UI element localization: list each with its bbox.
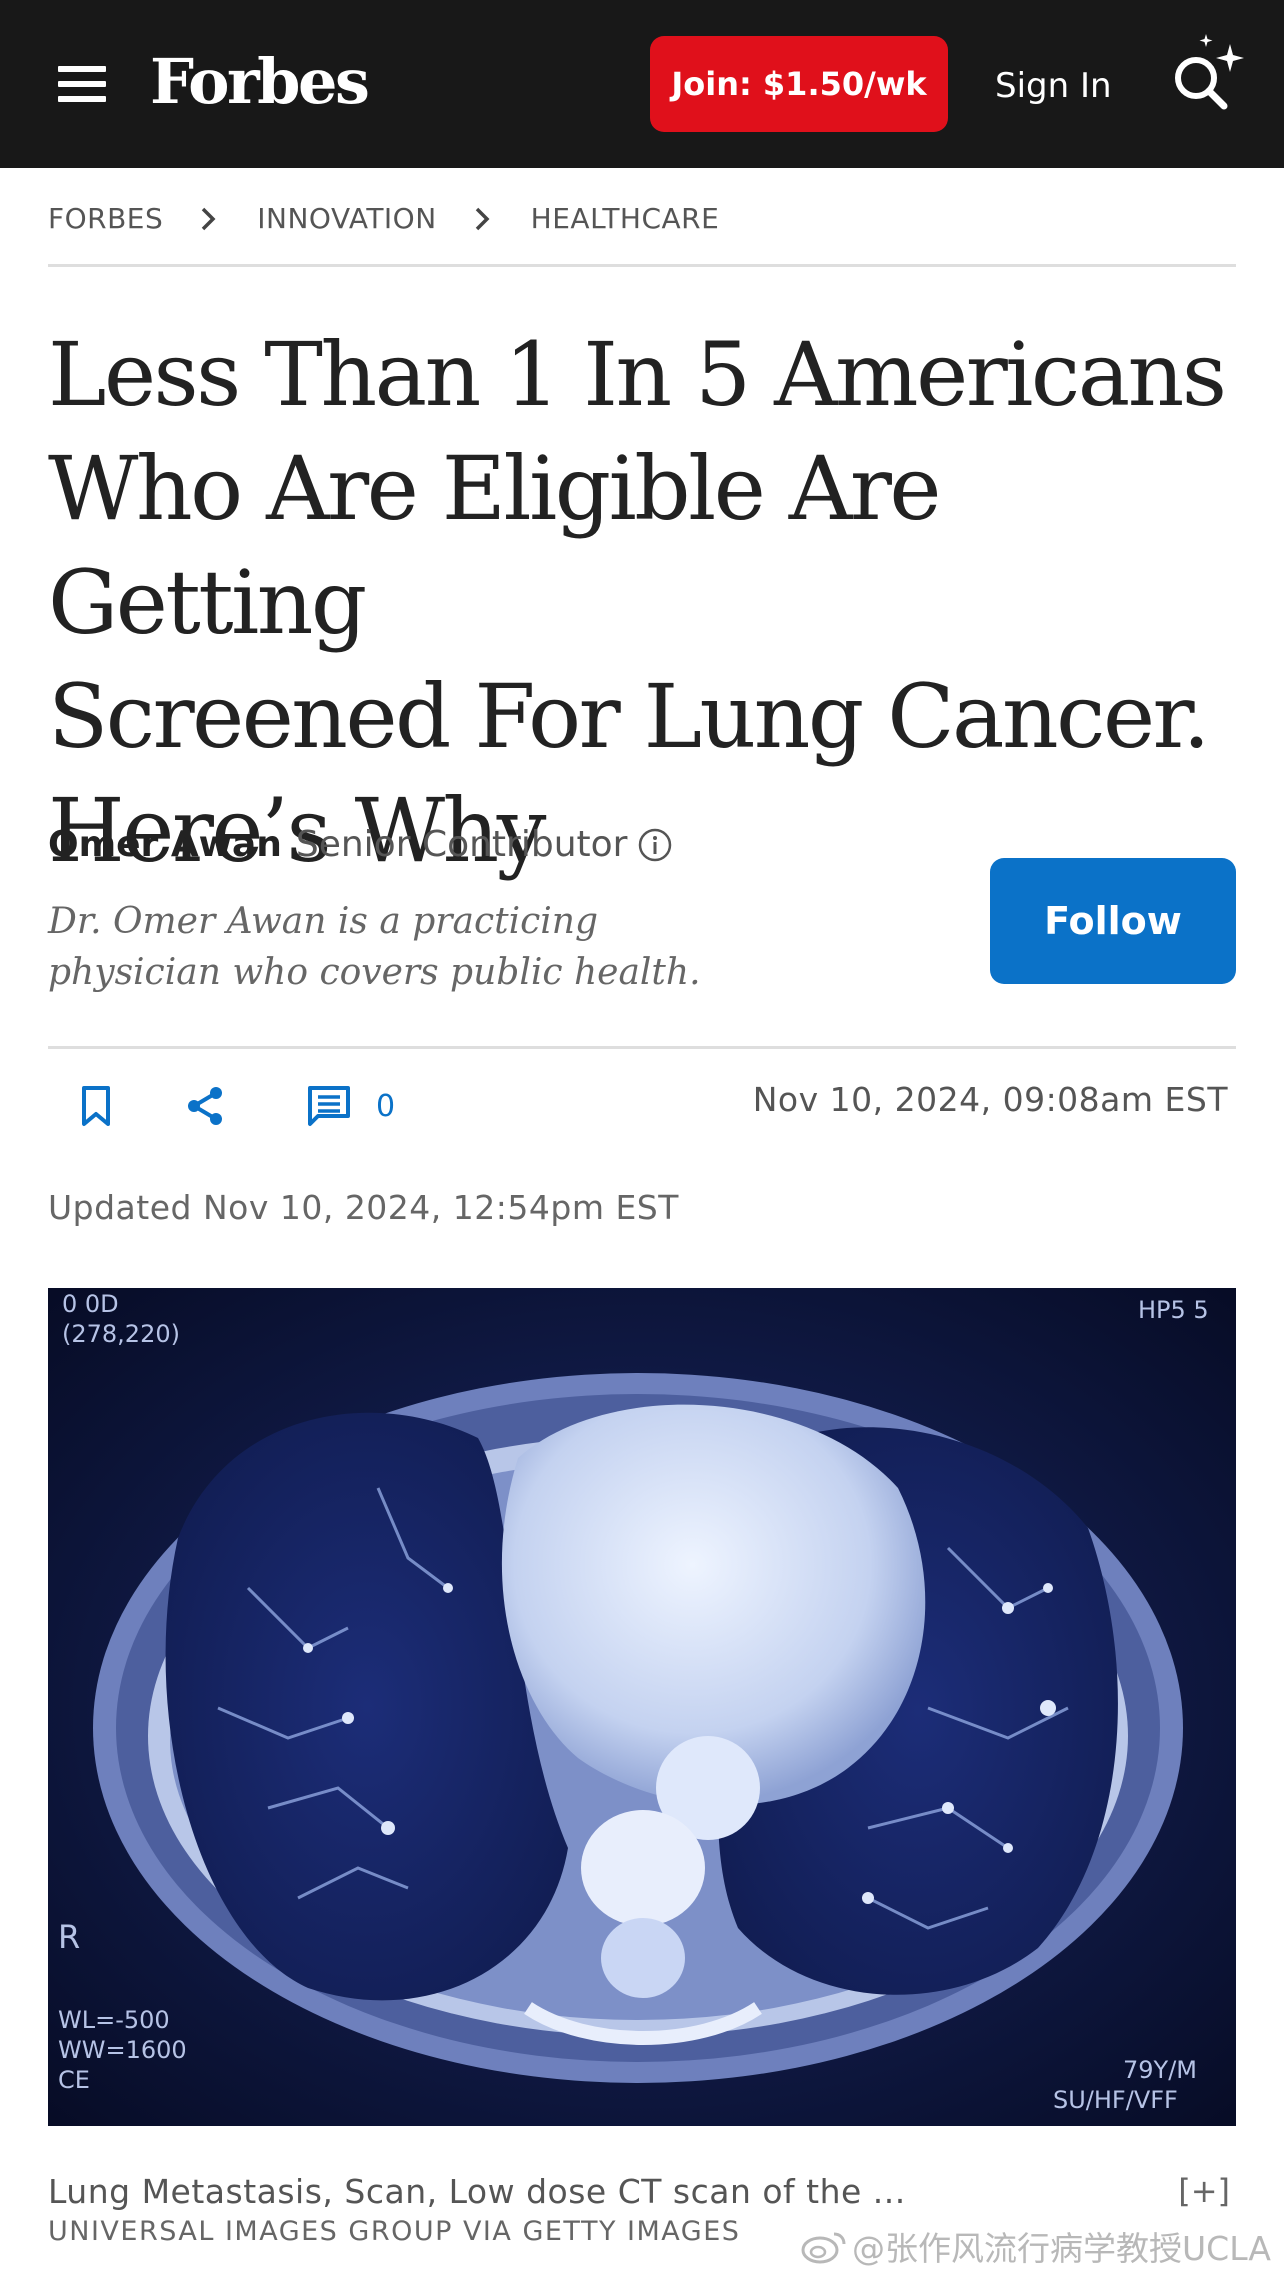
breadcrumb: FORBES INNOVATION HEALTHCARE <box>48 202 719 235</box>
headline-line: Screened For Lung Cancer. <box>48 665 1210 768</box>
publish-date: Nov 10, 2024, 09:08am EST <box>752 1080 1228 1119</box>
divider <box>48 264 1236 267</box>
article-headline: Less Than 1 In 5 Americans Who Are Eligi… <box>48 318 1238 888</box>
ct-overlay-text: CE <box>58 2066 90 2094</box>
ct-overlay-text: HP5 5 <box>1138 1296 1209 1324</box>
hero-image-ct-scan[interactable]: 0 0D (278,220) HP5 5 R WL=-500 WW=1600 C… <box>48 1288 1236 2126</box>
search-sparkle-icon[interactable] <box>1166 30 1248 116</box>
sign-in-link[interactable]: Sign In <box>995 62 1112 110</box>
join-subscription-button[interactable]: Join: $1.50/wk <box>650 36 948 132</box>
breadcrumb-innovation[interactable]: INNOVATION <box>257 202 436 235</box>
weibo-icon <box>801 2232 846 2264</box>
author-name[interactable]: Omer Awan <box>48 824 282 865</box>
headline-line: Less Than 1 In 5 Americans <box>48 323 1227 426</box>
ct-overlay-text: SU/HF/VFF <box>1053 2086 1178 2114</box>
comment-icon <box>308 1086 350 1126</box>
author-role: Senior Contributor <box>295 824 628 865</box>
ct-scan-illustration: 0 0D (278,220) HP5 5 R WL=-500 WW=1600 C… <box>48 1288 1236 2126</box>
ct-overlay-text: 0 0D <box>62 1290 119 1318</box>
watermark-text: @张作风流行病学教授UCLA <box>852 2229 1271 2268</box>
image-caption: Lung Metastasis, Scan, Low dose CT scan … <box>48 2172 906 2211</box>
ct-overlay-text: (278,220) <box>62 1320 180 1348</box>
info-icon[interactable] <box>637 827 673 863</box>
comments-button[interactable]: 0 <box>306 1084 395 1128</box>
follow-button[interactable]: Follow <box>990 858 1236 984</box>
forbes-logo[interactable]: Forbes <box>150 42 370 122</box>
bookmark-icon[interactable] <box>78 1084 114 1128</box>
image-credit: UNIVERSAL IMAGES GROUP VIA GETTY IMAGES <box>48 2216 741 2247</box>
author-bio-line: Dr. Omer Awan is a practicing <box>48 901 599 942</box>
headline-line: Who Are Eligible Are Getting <box>48 437 941 654</box>
updated-date: Updated Nov 10, 2024, 12:54pm EST <box>48 1188 679 1227</box>
ct-overlay-text: R <box>58 1918 80 1956</box>
chevron-right-icon <box>202 207 216 230</box>
watermark: @张作风流行病学教授UCLA <box>800 2222 1271 2270</box>
author-byline: Omer Awan Senior Contributor <box>48 824 673 865</box>
top-nav-bar: Forbes Join: $1.50/wk Sign In <box>0 0 1284 168</box>
breadcrumb-forbes[interactable]: FORBES <box>48 202 163 235</box>
chevron-right-icon <box>475 207 490 230</box>
menu-icon[interactable] <box>58 62 106 106</box>
ct-overlay-text: WW=1600 <box>58 2036 187 2064</box>
author-bio: Dr. Omer Awan is a practicing physician … <box>48 896 748 998</box>
ct-overlay-text: 79Y/M <box>1123 2056 1197 2084</box>
author-bio-line: physician who covers public health. <box>48 952 701 993</box>
breadcrumb-healthcare[interactable]: HEALTHCARE <box>531 202 720 235</box>
caption-expand-button[interactable]: [+] <box>1178 2172 1230 2210</box>
divider <box>48 1046 1236 1049</box>
ct-overlay-text: WL=-500 <box>58 2006 170 2034</box>
comment-count: 0 <box>376 1088 396 1124</box>
share-icon[interactable] <box>184 1084 226 1128</box>
